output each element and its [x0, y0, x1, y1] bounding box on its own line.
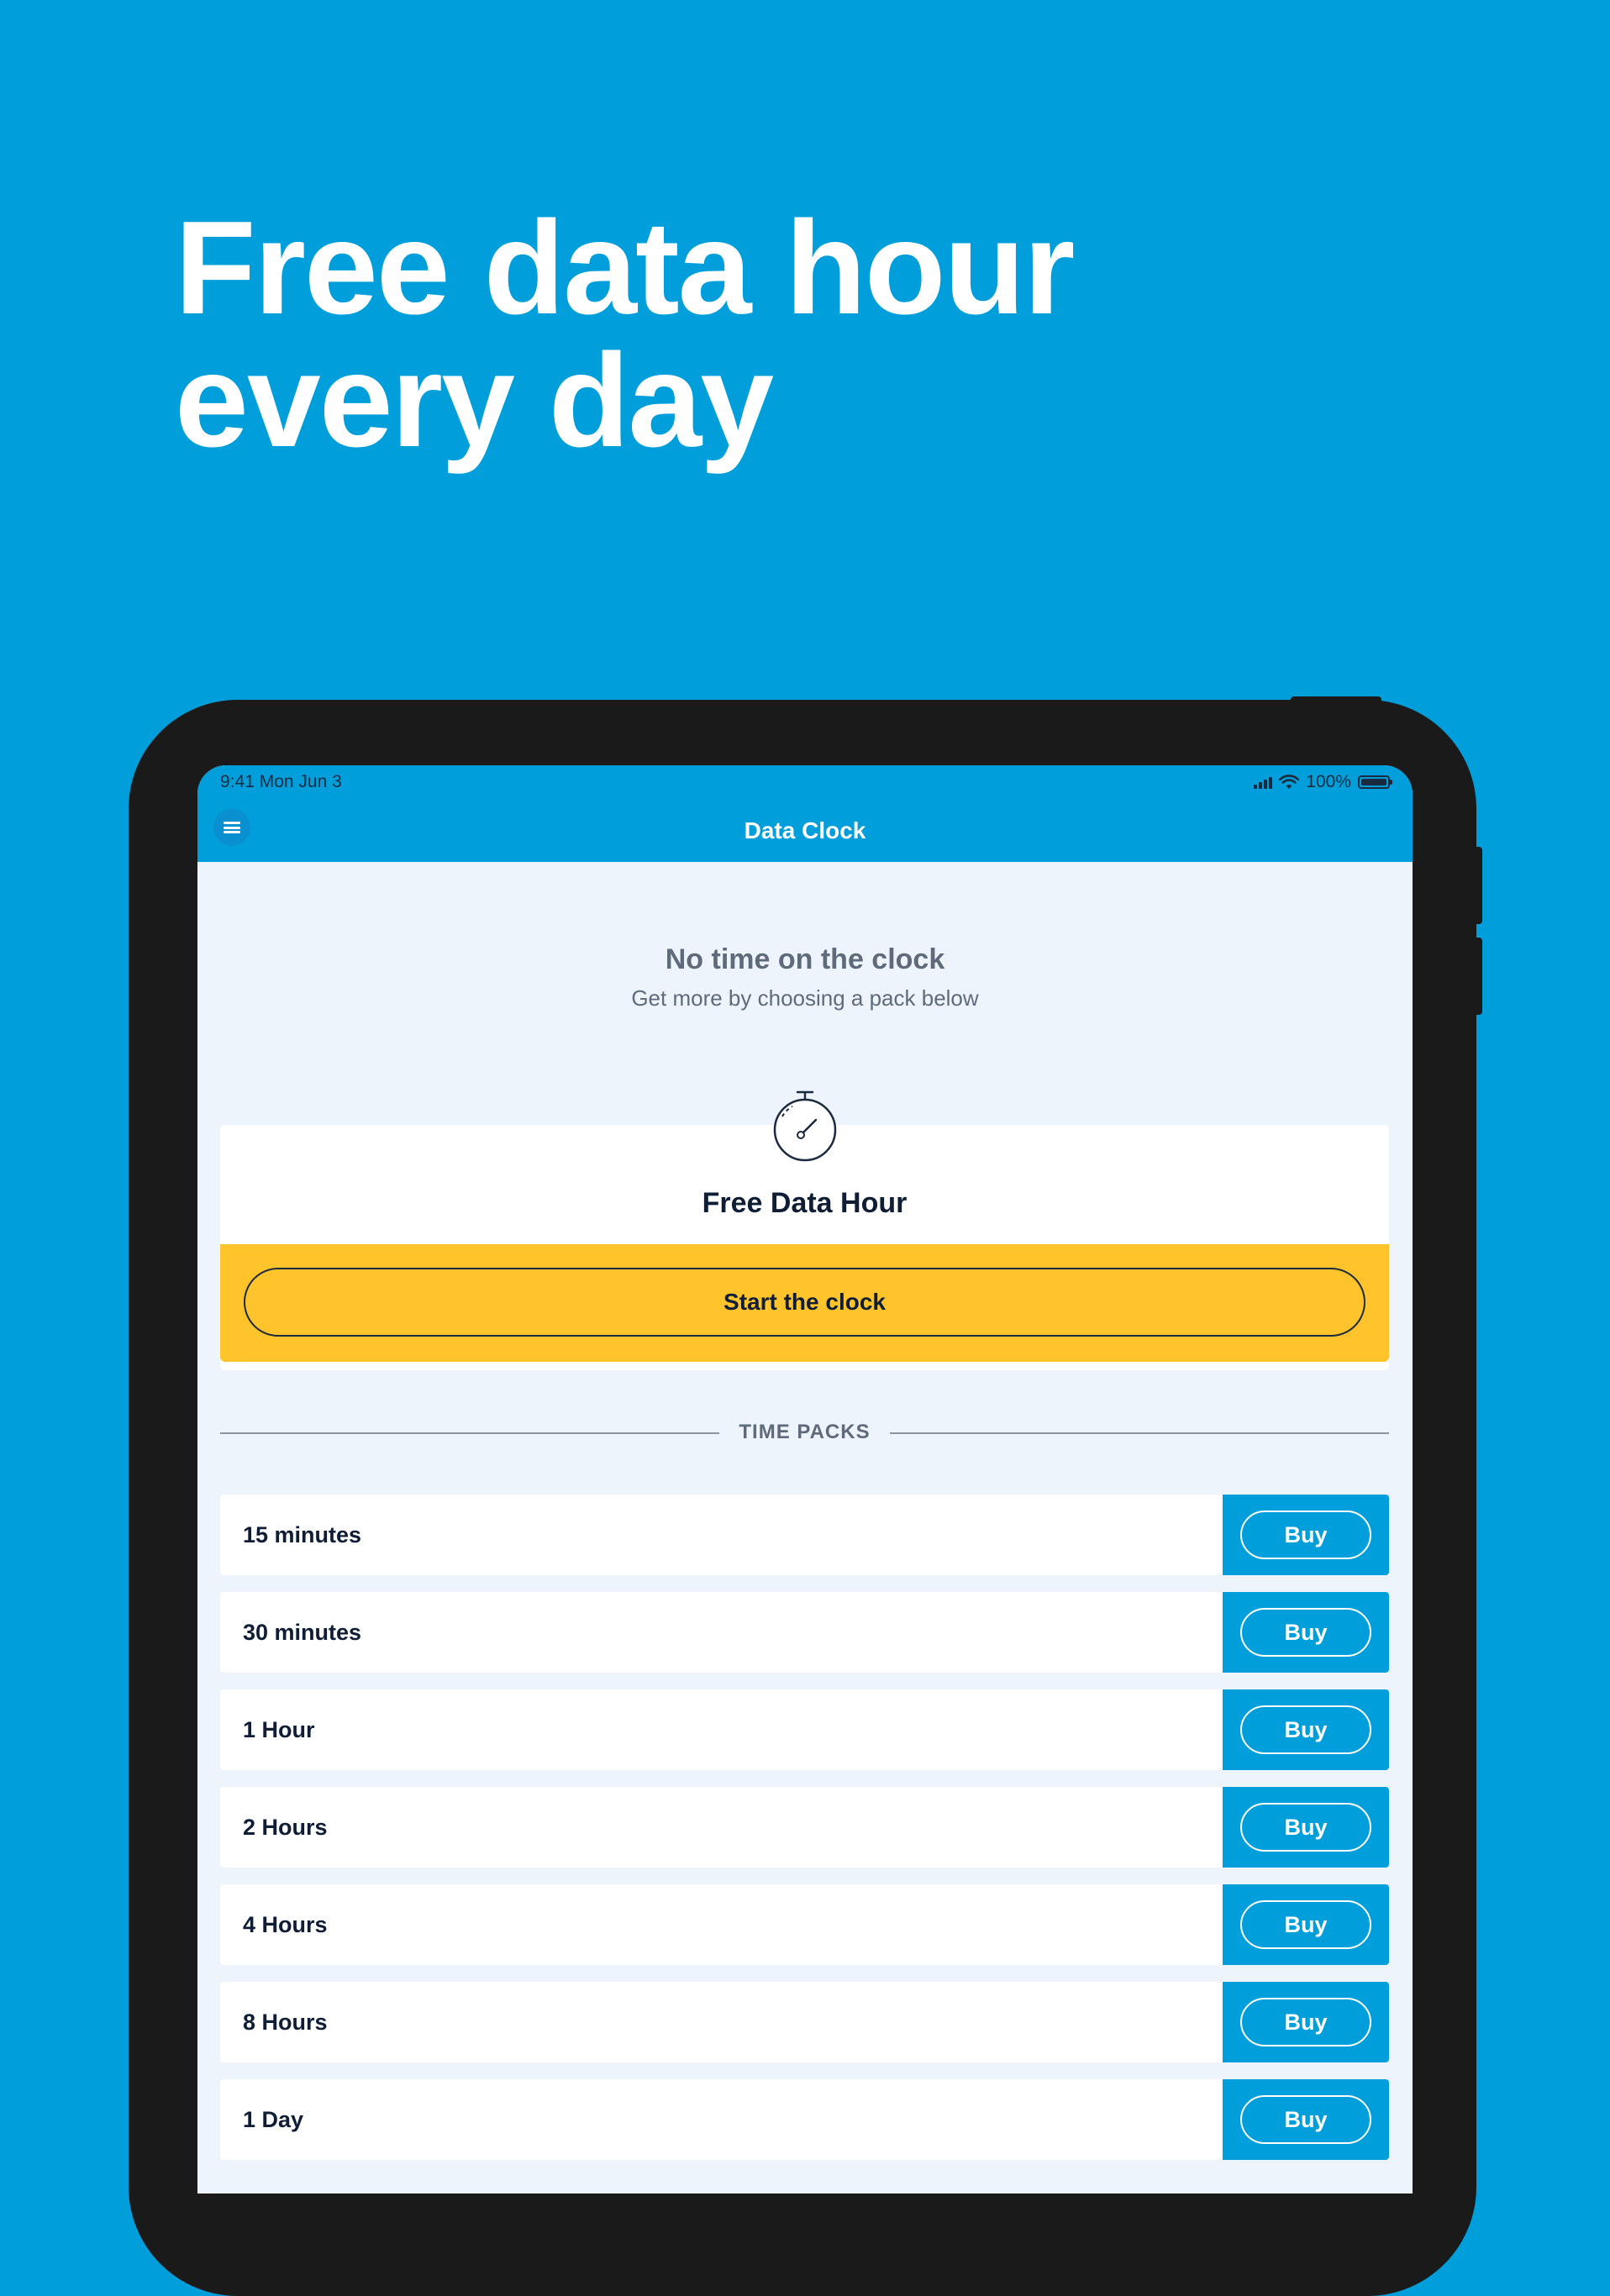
pack-label: 2 Hours: [243, 1815, 328, 1840]
pack-label: 4 Hours: [243, 1912, 328, 1937]
pack-label: 30 minutes: [243, 1620, 362, 1645]
free-card-title: Free Data Hour: [702, 1187, 908, 1219]
signal-icon: [1254, 775, 1273, 789]
headline-line-1: Free data hour: [175, 194, 1075, 342]
nav-title: Data Clock: [744, 817, 866, 843]
battery-icon: [1358, 775, 1392, 789]
wifi-icon: [1279, 775, 1300, 789]
headline-line-2: every day: [175, 327, 774, 475]
pack-cta-area: Buy: [1223, 1787, 1389, 1868]
pack-label: 1 Day: [243, 2107, 304, 2132]
pack-row: 15 minutes Buy: [220, 1495, 1389, 1575]
buy-button[interactable]: Buy: [1240, 1608, 1371, 1657]
pack-label: 1 Hour: [243, 1717, 315, 1742]
pack-row: 1 Day Buy: [220, 2079, 1389, 2160]
buy-button[interactable]: Buy: [1240, 1900, 1371, 1949]
buy-button[interactable]: Buy: [1240, 1705, 1371, 1754]
free-card-cta-area: Start the clock: [220, 1244, 1389, 1362]
pack-row: 4 Hours Buy: [220, 1884, 1389, 1965]
top-bar: 9:41 Mon Jun 3 100% Data Clock: [197, 765, 1413, 862]
buy-button[interactable]: Buy: [1240, 1511, 1371, 1559]
stopwatch-icon: [773, 1090, 837, 1162]
start-clock-button[interactable]: Start the clock: [244, 1268, 1365, 1337]
pack-cta-area: Buy: [1223, 1495, 1389, 1575]
pack-row: 2 Hours Buy: [220, 1787, 1389, 1868]
pack-row: 8 Hours Buy: [220, 1982, 1389, 2062]
pack-cta-area: Buy: [1223, 1689, 1389, 1770]
pack-label: 8 Hours: [243, 2010, 328, 2035]
pack-cta-area: Buy: [1223, 1592, 1389, 1673]
buy-button[interactable]: Buy: [1240, 1803, 1371, 1852]
free-data-card: Free Data Hour Start the clock: [220, 1090, 1389, 1370]
app-screen: 9:41 Mon Jun 3 100% Data Clock No time o…: [197, 765, 1413, 2194]
battery-percent: 100%: [1306, 772, 1351, 791]
pack-cta-area: Buy: [1223, 1982, 1389, 2062]
buy-button[interactable]: Buy: [1240, 2095, 1371, 2144]
time-packs-list: 15 minutes Buy 30 minutes Buy 1 Hour Buy…: [220, 1495, 1389, 2177]
status-time: 9:41 Mon Jun 3: [220, 772, 342, 791]
buy-button[interactable]: Buy: [1240, 1998, 1371, 2046]
pack-cta-area: Buy: [1223, 1884, 1389, 1965]
empty-state-title: No time on the clock: [665, 943, 945, 975]
headline: Free data hour every day: [175, 194, 1075, 475]
pack-cta-area: Buy: [1223, 2079, 1389, 2160]
pack-row: 30 minutes Buy: [220, 1592, 1389, 1673]
pack-row: 1 Hour Buy: [220, 1689, 1389, 1770]
section-divider: TIME PACKS: [220, 1421, 1389, 1446]
empty-state-subtitle: Get more by choosing a pack below: [631, 985, 979, 1011]
status-indicators: 100%: [1254, 772, 1392, 792]
divider-line-right: [890, 1432, 1389, 1434]
pack-label: 15 minutes: [243, 1522, 362, 1547]
